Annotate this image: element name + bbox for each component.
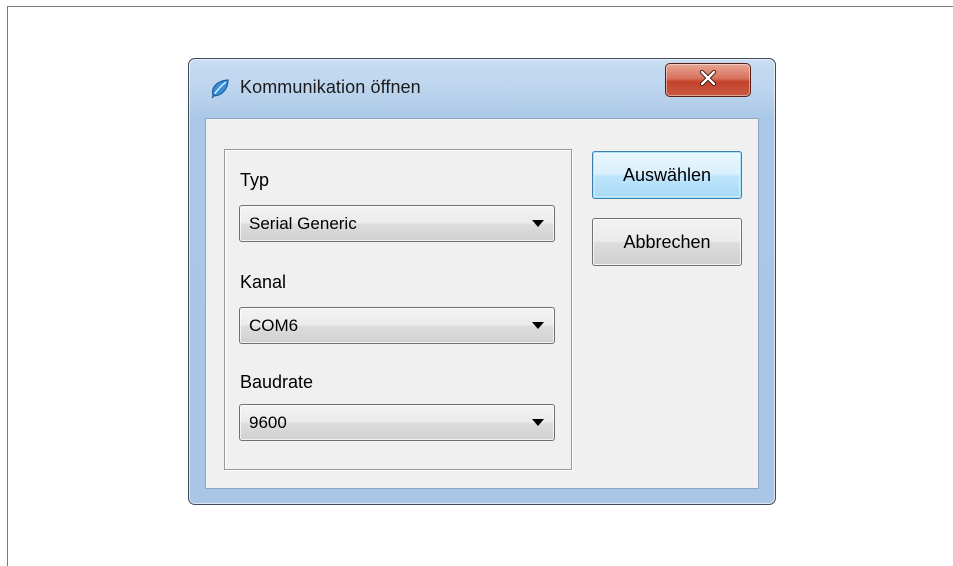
close-icon <box>698 69 718 91</box>
settings-group: Typ Serial Generic Kanal COM6 Baudrate 9… <box>224 149 572 470</box>
dialog-title: Kommunikation öffnen <box>240 77 421 97</box>
kanal-select-value: COM6 <box>249 316 299 335</box>
chevron-down-icon <box>532 419 544 426</box>
dialog-window: Kommunikation öffnen Typ Serial Generic … <box>188 58 776 505</box>
select-button[interactable]: Auswählen <box>592 151 742 199</box>
cancel-button[interactable]: Abbrechen <box>592 218 742 266</box>
kanal-label: Kanal <box>240 272 287 292</box>
baudrate-select[interactable]: 9600 <box>239 404 555 441</box>
title-bar[interactable]: Kommunikation öffnen <box>189 59 775 117</box>
chevron-down-icon <box>532 322 544 329</box>
baudrate-label: Baudrate <box>240 372 314 392</box>
typ-label: Typ <box>240 170 270 190</box>
chevron-down-icon <box>532 220 544 227</box>
baudrate-select-value: 9600 <box>249 413 287 432</box>
typ-select-value: Serial Generic <box>249 214 357 233</box>
dialog-client-area: Typ Serial Generic Kanal COM6 Baudrate 9… <box>205 118 759 489</box>
typ-select[interactable]: Serial Generic <box>239 205 555 242</box>
app-leaf-icon <box>209 77 231 99</box>
close-button[interactable] <box>665 63 751 97</box>
kanal-select[interactable]: COM6 <box>239 307 555 344</box>
